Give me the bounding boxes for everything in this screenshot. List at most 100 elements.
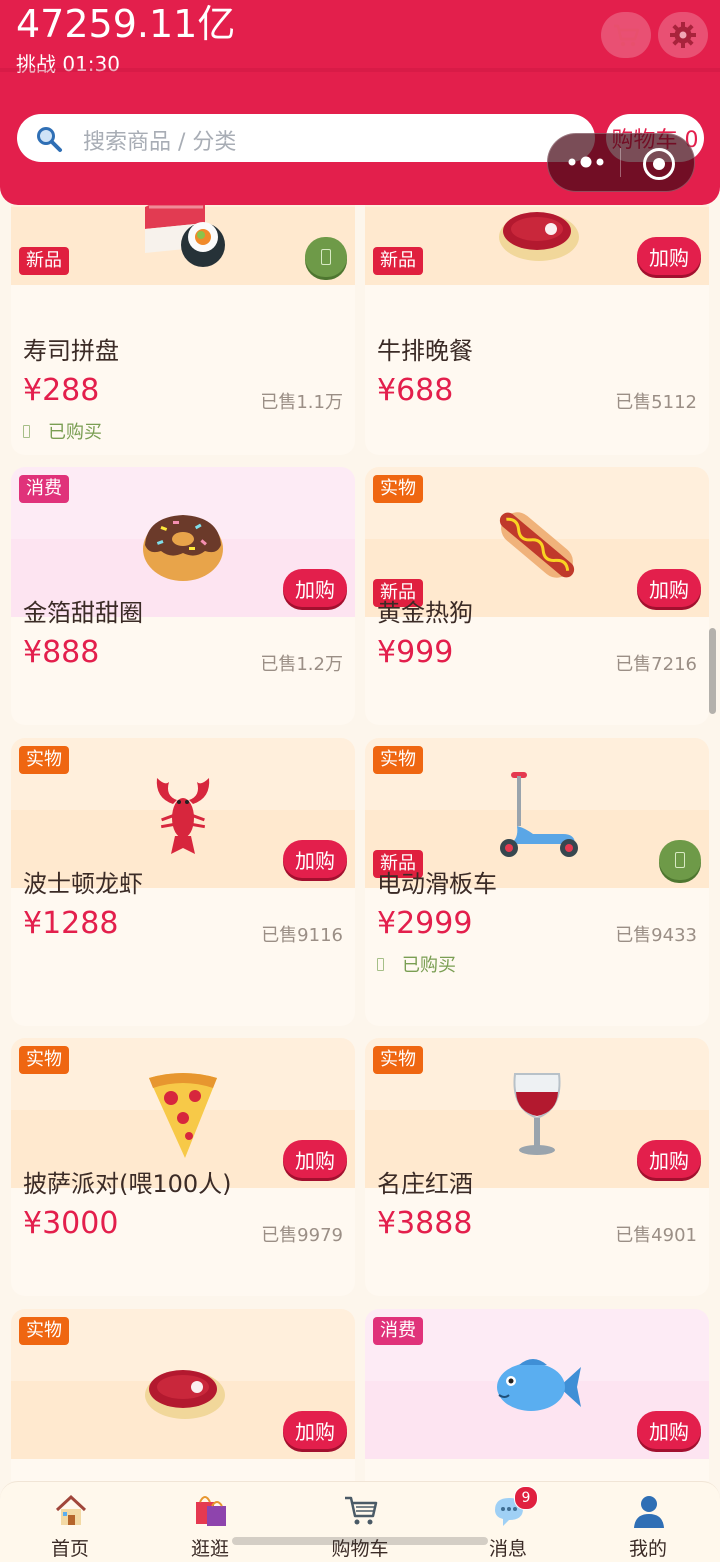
add-to-cart-button[interactable]: 加购 (637, 237, 701, 275)
tab-cart[interactable]: 购物车 (310, 1490, 410, 1560)
scrollbar[interactable] (709, 628, 716, 714)
capsule-separator (620, 148, 621, 177)
search-input[interactable]: 搜索商品 / 分类 (17, 114, 595, 162)
tab-profile[interactable]: 我的 (598, 1490, 698, 1560)
product-name: 黄金热狗 (377, 599, 473, 627)
product-name: 波士顿龙虾 (23, 870, 143, 898)
add-to-cart-button[interactable]: 加购 (637, 569, 701, 607)
tab-browse[interactable]: 逛逛 (160, 1490, 260, 1560)
settings-button[interactable] (658, 12, 708, 58)
cart-icon (614, 24, 640, 47)
product-name: 寿司拼盘 (23, 337, 119, 365)
product-name: 牛排晚餐 (377, 337, 473, 365)
product-card[interactable]: 消费 加购 金箔甜甜圈 ¥888 已售1.2万 (11, 467, 355, 725)
donut-icon (143, 515, 223, 581)
product-card[interactable]: 实物 新品 电动滑板车 ¥2999 已售9433 已购买 (365, 738, 709, 1026)
product-card[interactable]: 实物 加购 (11, 1309, 355, 1481)
bottom-tab-bar: 首页 逛逛 购物车 9 消息 我的 (0, 1481, 720, 1562)
product-price: ¥888 (23, 635, 100, 670)
shopping-bags-icon (196, 1496, 226, 1526)
product-image: 消费 加购 (365, 1309, 709, 1459)
user-icon (634, 1496, 664, 1528)
product-card[interactable]: 实物 加购 名庄红酒 ¥3888 已售4901 (365, 1038, 709, 1296)
product-card[interactable]: 实物 新品 加购 黄金热狗 ¥999 已售7216 (365, 467, 709, 725)
add-to-cart-button[interactable]: 加购 (637, 1140, 701, 1178)
product-sold-count: 已售9979 (261, 1225, 343, 1246)
home-indicator (232, 1537, 488, 1545)
product-image: 新品 加购 (365, 205, 709, 285)
cart-button[interactable] (601, 12, 651, 58)
header: 47259.11亿 挑战 01:30 搜索商品 / 分类 购物车 0 (0, 0, 720, 205)
tab-messages[interactable]: 9 消息 (458, 1486, 558, 1560)
search-icon (37, 127, 62, 152)
product-sold-count: 已售9116 (261, 925, 343, 946)
product-card[interactable]: 新品 寿司拼盘 ¥288 已售1.1万 已购买 (11, 205, 355, 455)
challenge-timer: 挑战 01:30 (16, 52, 120, 76)
product-card[interactable]: 实物 加购 波士顿龙虾 ¥1288 已售9116 (11, 738, 355, 1026)
tag-physical: 实物 (373, 475, 423, 503)
add-to-cart-button[interactable]: 加购 (283, 1411, 347, 1449)
purchased-button[interactable] (305, 237, 347, 277)
tag-new: 新品 (19, 247, 69, 275)
product-sold-count: 已售5112 (615, 392, 697, 413)
product-sold-count: 已售1.1万 (260, 392, 343, 413)
more-dots-icon[interactable] (566, 150, 606, 174)
product-card[interactable]: 消费 加购 (365, 1309, 709, 1481)
steak-icon (145, 1370, 225, 1419)
add-to-cart-button[interactable]: 加购 (283, 569, 347, 607)
wine-glass-icon (513, 1073, 561, 1155)
product-sold-count: 已售7216 (615, 654, 697, 675)
steak-icon (499, 212, 579, 261)
tag-physical: 实物 (19, 1317, 69, 1345)
tag-physical: 实物 (373, 1046, 423, 1074)
record-icon[interactable] (643, 148, 675, 180)
add-to-cart-button[interactable]: 加购 (283, 1140, 347, 1178)
product-name: 金箔甜甜圈 (23, 599, 143, 627)
product-price: ¥3888 (377, 1206, 473, 1241)
pizza-icon (149, 1073, 217, 1158)
product-name: 披萨派对(喂100人) (23, 1170, 232, 1198)
add-to-cart-button[interactable]: 加购 (637, 1411, 701, 1449)
add-to-cart-button[interactable]: 加购 (283, 840, 347, 878)
tab-label: 我的 (628, 1538, 667, 1560)
message-badge: 9 (514, 1486, 538, 1510)
product-sold-count: 已售4901 (615, 1225, 697, 1246)
header-divider (0, 68, 720, 72)
tag-new: 新品 (373, 247, 423, 275)
product-sold-count: 已售1.2万 (260, 654, 343, 675)
tab-label: 首页 (50, 1538, 89, 1560)
product-price: ¥1288 (23, 906, 119, 941)
tab-home[interactable]: 首页 (20, 1490, 120, 1560)
purchased-icon (23, 424, 30, 438)
product-price: ¥999 (377, 635, 454, 670)
product-card[interactable]: 新品 加购 牛排晚餐 ¥688 已售5112 (365, 205, 709, 455)
house-icon (55, 1494, 87, 1525)
product-name: 名庄红酒 (377, 1170, 473, 1198)
product-image: 实物 加购 (11, 1309, 355, 1459)
tag-consumption: 消费 (19, 475, 69, 503)
product-image: 新品 (11, 205, 355, 285)
miniprogram-capsule (547, 133, 695, 192)
fish-icon (497, 1359, 581, 1411)
tag-physical: 实物 (373, 746, 423, 774)
tag-physical: 实物 (19, 746, 69, 774)
product-grid: 新品 寿司拼盘 ¥288 已售1.1万 已购买 新品 加购 牛排晚餐 ¥688 … (0, 205, 720, 1481)
purchased-button[interactable] (659, 840, 701, 880)
product-name: 电动滑板车 (377, 870, 497, 898)
product-price: ¥3000 (23, 1206, 119, 1241)
product-price: ¥688 (377, 373, 454, 408)
gear-icon (670, 22, 696, 48)
lobster-icon (156, 778, 210, 854)
cart-icon (345, 1496, 378, 1525)
sushi-icon (145, 205, 225, 267)
purchased-label: 已购买 (377, 951, 456, 977)
product-sold-count: 已售9433 (615, 925, 697, 946)
hotdog-icon (499, 512, 575, 578)
product-price: ¥288 (23, 373, 100, 408)
search-placeholder: 搜索商品 / 分类 (83, 130, 237, 155)
product-price: ¥2999 (377, 906, 473, 941)
tag-physical: 实物 (19, 1046, 69, 1074)
tag-consumption: 消费 (373, 1317, 423, 1345)
purchased-label: 已购买 (23, 418, 102, 444)
product-card[interactable]: 实物 加购 披萨派对(喂100人) ¥3000 已售9979 (11, 1038, 355, 1296)
